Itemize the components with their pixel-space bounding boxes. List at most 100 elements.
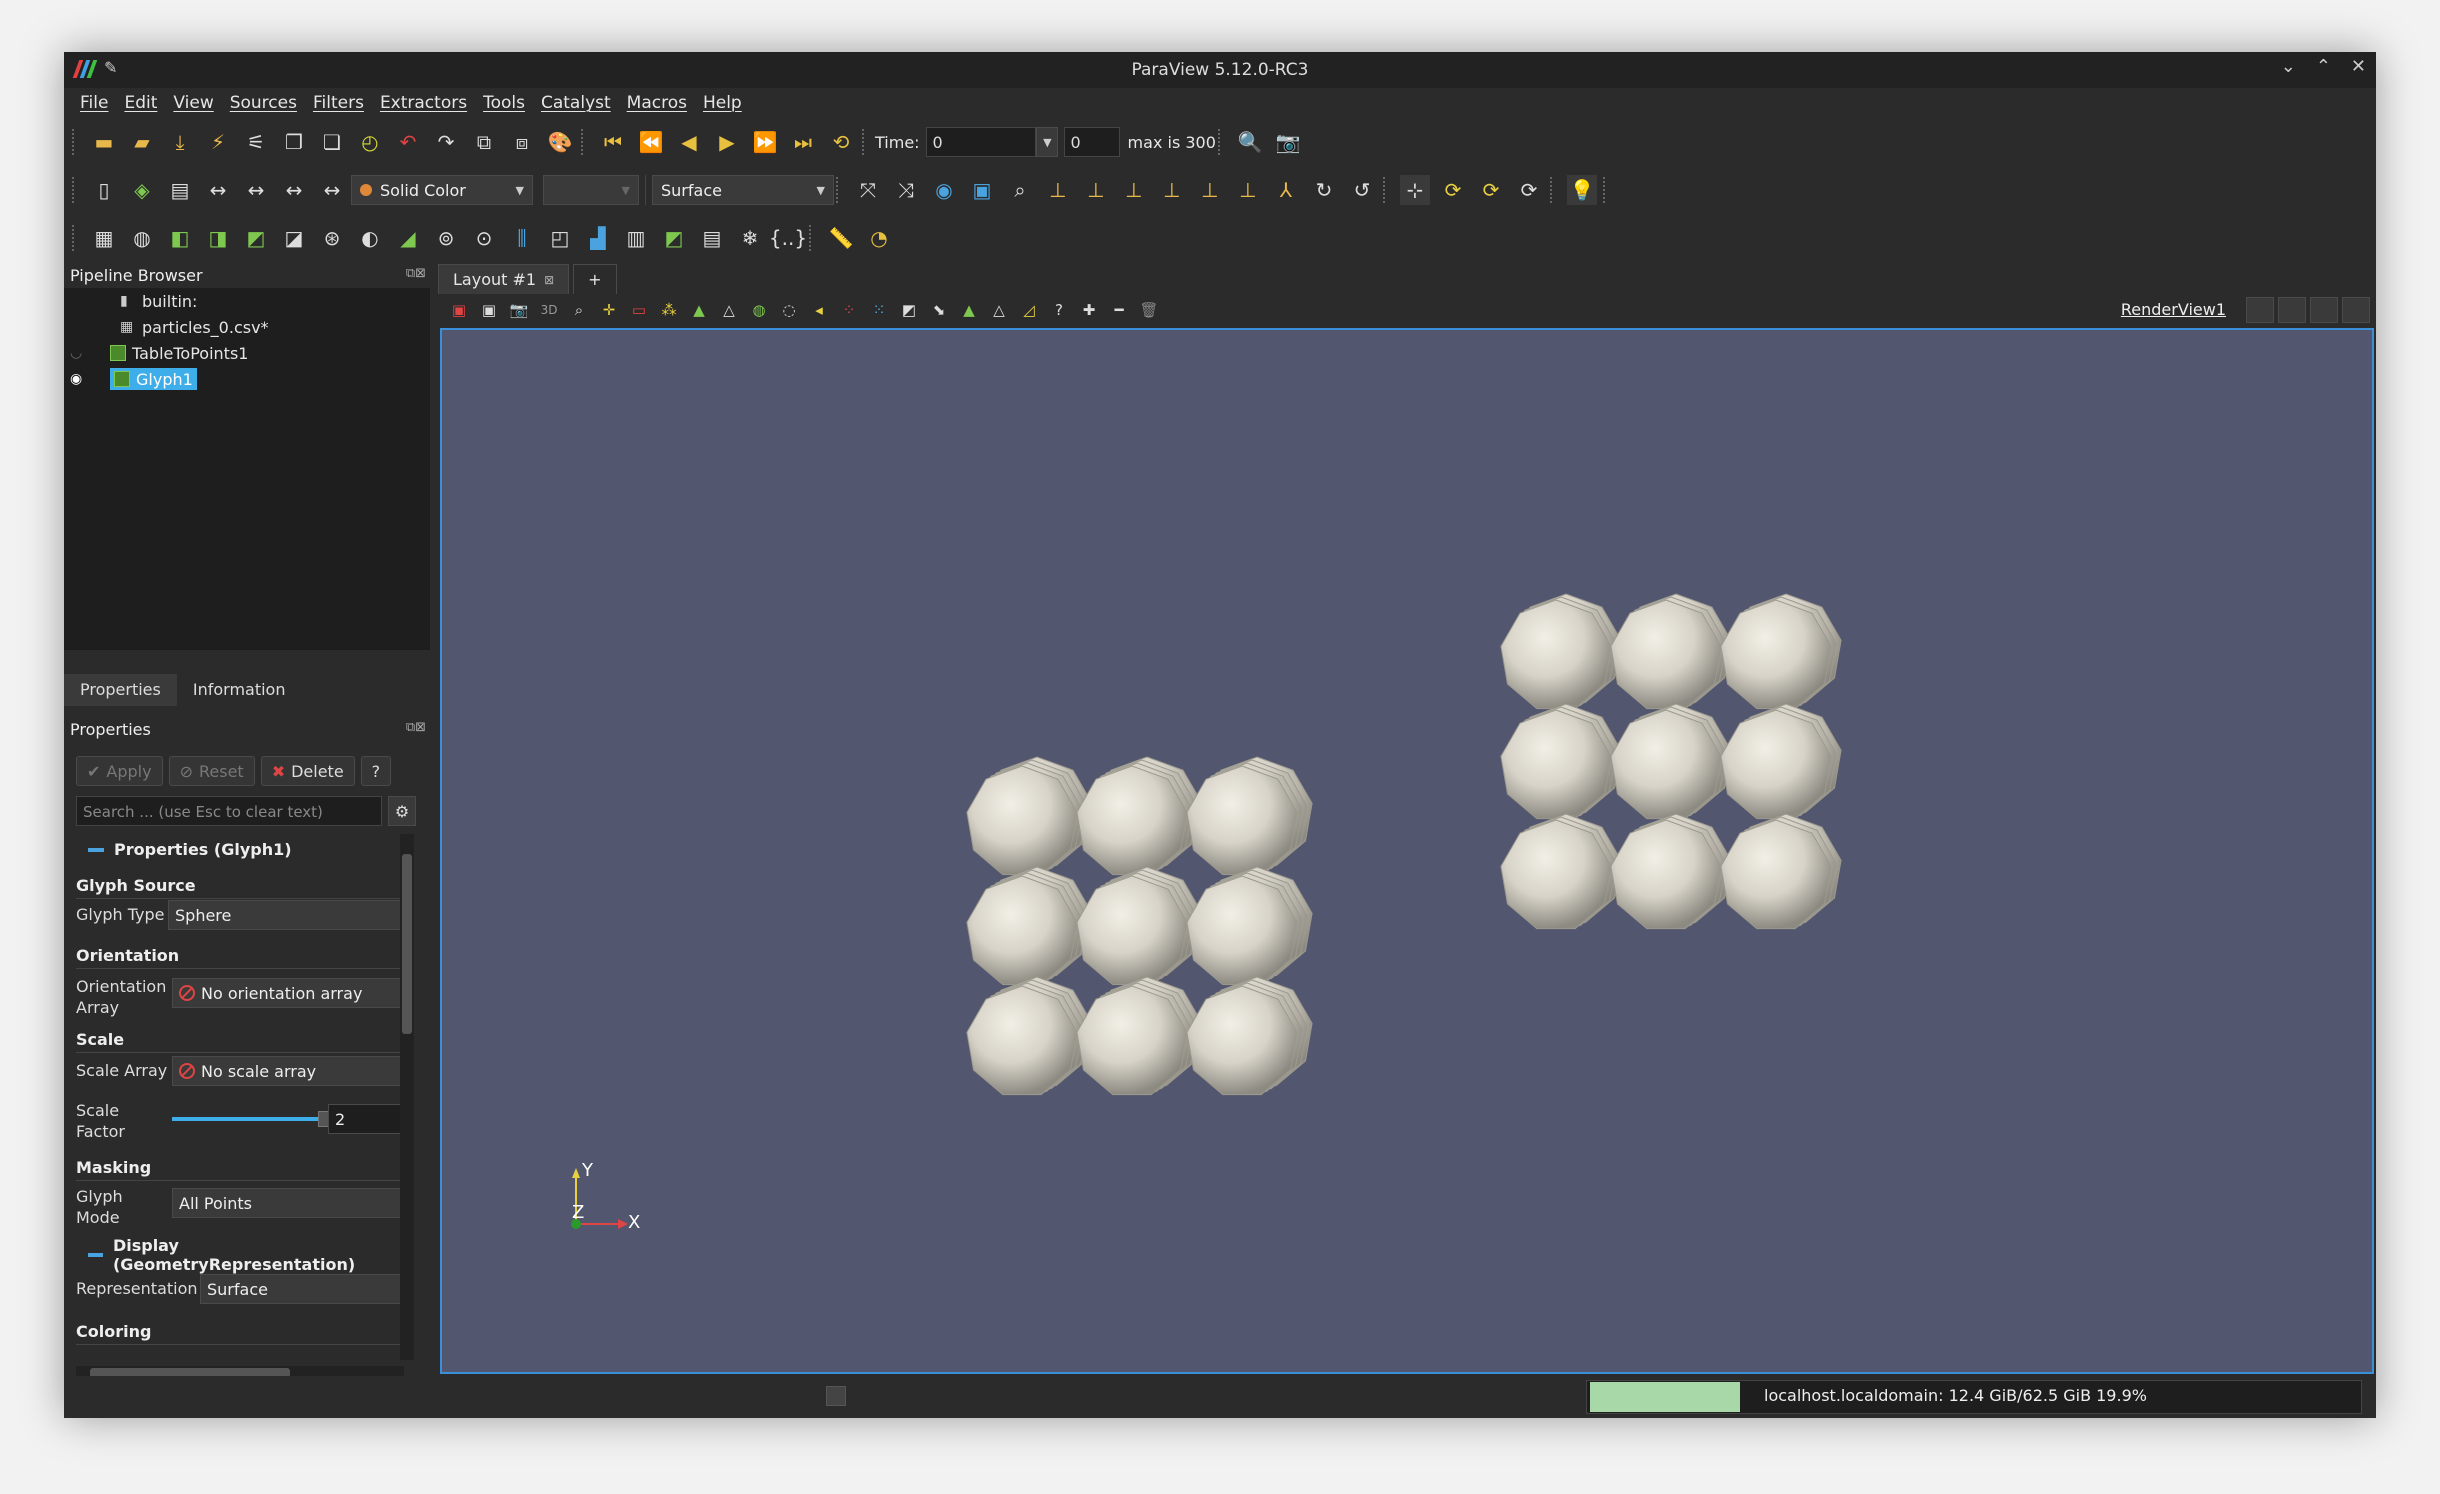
reset-center-icon[interactable]: ⟳ <box>1438 175 1468 205</box>
delete-button[interactable]: ✖ Delete <box>260 756 355 786</box>
split-vertical-icon[interactable] <box>2278 297 2306 323</box>
plot-over-line-icon[interactable]: ▥ <box>621 223 651 253</box>
time-index-input[interactable] <box>1063 127 1120 157</box>
temporal-icon[interactable]: ▤ <box>697 223 727 253</box>
save-state-icon[interactable]: ❐ <box>279 127 309 157</box>
histogram-icon[interactable]: ▟ <box>583 223 613 253</box>
extract-subset-icon[interactable]: ◪ <box>279 223 309 253</box>
color-legend-icon[interactable]: ◈ <box>127 175 157 205</box>
menu-help[interactable]: Help <box>695 93 750 113</box>
loop-icon[interactable]: ⟲ <box>826 127 856 157</box>
reset-button[interactable]: ⊘ Reset <box>168 756 255 786</box>
hover-points-icon[interactable]: ⬊ <box>927 298 951 322</box>
extract-level-icon[interactable]: ⊙ <box>469 223 499 253</box>
select-polygon-cells-icon[interactable]: ◍ <box>747 298 771 322</box>
view-plus-x-icon[interactable]: ⊥ <box>1043 175 1073 205</box>
contour-icon[interactable]: ◍ <box>127 223 157 253</box>
toggle-3d-icon[interactable]: 3D <box>537 298 561 322</box>
menu-macros[interactable]: Macros <box>619 93 695 113</box>
select-cells-on-icon[interactable]: ✛ <box>597 298 621 322</box>
hover-cells-icon[interactable]: ◩ <box>897 298 921 322</box>
gear-icon[interactable]: ⚙ <box>388 796 416 826</box>
menu-catalyst[interactable]: Catalyst <box>533 93 619 113</box>
properties-group-header[interactable]: Properties (Glyph1) <box>88 840 292 859</box>
undo-icon[interactable]: ↶ <box>393 127 423 157</box>
color-by-select[interactable]: Solid Color ▼ <box>351 175 533 205</box>
select-points-through-icon[interactable]: △ <box>717 298 741 322</box>
maximize-icon[interactable]: ⌃ <box>2316 56 2331 77</box>
rotate-minus-90-icon[interactable]: ↺ <box>1347 175 1377 205</box>
save-data-icon[interactable]: ⤓ <box>165 127 195 157</box>
disconnect-icon[interactable]: ⚟ <box>241 127 271 157</box>
eye-visible-icon[interactable]: ◉ <box>70 371 110 387</box>
plot-line-icon[interactable]: ⫼ <box>507 223 537 253</box>
select-polygon-points-icon[interactable]: ◌ <box>777 298 801 322</box>
toggle-visibility-icon[interactable]: ▯ <box>89 175 119 205</box>
select-blocks-icon[interactable]: ◂ <box>807 298 831 322</box>
capture-view-icon[interactable]: ▣ <box>447 298 471 322</box>
screenshot-icon[interactable]: 📷 <box>1273 127 1303 157</box>
pick-center-icon[interactable]: ⟳ <box>1476 175 1506 205</box>
representation-select[interactable]: Surface ▼ <box>652 175 834 205</box>
close-view-icon[interactable] <box>2342 297 2370 323</box>
copy-view-icon[interactable]: ▣ <box>477 298 501 322</box>
calculator-icon[interactable]: ▦ <box>89 223 119 253</box>
zoom-box-view-icon[interactable]: ⌕ <box>567 298 591 322</box>
glyph-type-select[interactable]: Sphere <box>168 900 404 930</box>
properties-search-input[interactable]: Search ... (use Esc to clear text) <box>76 796 382 826</box>
time-value-input[interactable] <box>925 127 1036 157</box>
braces-icon[interactable]: {..} <box>769 223 807 253</box>
zoom-closest-icon[interactable]: ⤨ <box>891 175 921 205</box>
python-icon[interactable]: ❄ <box>735 223 765 253</box>
palette-icon[interactable]: 🎨 <box>545 127 575 157</box>
view-plus-z-icon[interactable]: ⊥ <box>1195 175 1225 205</box>
menu-view[interactable]: View <box>165 93 221 113</box>
add-layout-tab[interactable]: + <box>573 264 617 294</box>
load-state-icon[interactable]: ❏ <box>317 127 347 157</box>
menu-tools[interactable]: Tools <box>475 93 533 113</box>
dock-controls-icon[interactable]: ⧉⊠ <box>406 266 426 281</box>
render-view[interactable]: Y X Z <box>440 328 2374 1374</box>
representation-field[interactable]: Surface <box>200 1274 404 1304</box>
last-frame-icon[interactable]: ⏭ <box>788 127 818 157</box>
component-select[interactable]: ▼ <box>543 175 639 205</box>
subtract-selection-icon[interactable]: ━ <box>1107 298 1131 322</box>
menu-file[interactable]: File <box>72 93 116 113</box>
split-horizontal-icon[interactable] <box>2246 297 2274 323</box>
clear-selection-icon[interactable]: ◿ <box>1017 298 1041 322</box>
view-minus-z-icon[interactable]: ⊥ <box>1233 175 1263 205</box>
display-group-header[interactable]: Display (GeometryRepresentation) <box>88 1236 406 1274</box>
menu-extractors[interactable]: Extractors <box>372 93 475 113</box>
trash-icon[interactable]: 🗑 <box>1137 298 1161 322</box>
clip-icon[interactable]: ◧ <box>165 223 195 253</box>
selection-icon[interactable]: ◰ <box>545 223 575 253</box>
zoom-data-icon[interactable]: ◉ <box>929 175 959 205</box>
view-plus-y-icon[interactable]: ⊥ <box>1119 175 1149 205</box>
view-minus-x-icon[interactable]: ⊥ <box>1081 175 1111 205</box>
rescale-visible-icon[interactable]: ↔ <box>317 175 347 205</box>
dock-controls-icon[interactable]: ⧉⊠ <box>406 720 426 735</box>
play-icon[interactable]: ▶ <box>712 127 742 157</box>
scale-factor-slider[interactable] <box>172 1111 330 1127</box>
threshold-icon[interactable]: ◩ <box>241 223 271 253</box>
connect-icon[interactable]: ⚡ <box>203 127 233 157</box>
redo-icon[interactable]: ↷ <box>431 127 461 157</box>
status-toggle-icon[interactable] <box>826 1386 846 1406</box>
orientation-array-select[interactable]: No orientation array <box>172 978 406 1008</box>
ruler-icon[interactable]: 📏 <box>826 223 856 253</box>
select-points-on-icon[interactable]: ▭ <box>627 298 651 322</box>
next-frame-icon[interactable]: ⏩ <box>750 127 780 157</box>
pipeline-item-tabletopoints[interactable]: ◡ TableToPoints1 <box>70 340 248 366</box>
protractor-icon[interactable]: ◔ <box>864 223 894 253</box>
find-data-icon[interactable]: 🔍 <box>1235 127 1265 157</box>
grow-selection-icon[interactable]: ▲ <box>957 298 981 322</box>
tab-layout-1[interactable]: Layout #1 ⊠ <box>438 264 570 294</box>
previous-frame-icon[interactable]: ⏪ <box>636 127 666 157</box>
interactive-select-points-icon[interactable]: ⁙ <box>867 298 891 322</box>
menu-filters[interactable]: Filters <box>305 93 372 113</box>
scale-factor-input[interactable]: 2 <box>328 1104 404 1134</box>
open-folder-icon[interactable]: ▰ <box>127 127 157 157</box>
glyph-icon[interactable]: ⊛ <box>317 223 347 253</box>
auto-apply-icon[interactable]: ◴ <box>355 127 385 157</box>
select-cells-through-icon[interactable]: ▲ <box>687 298 711 322</box>
